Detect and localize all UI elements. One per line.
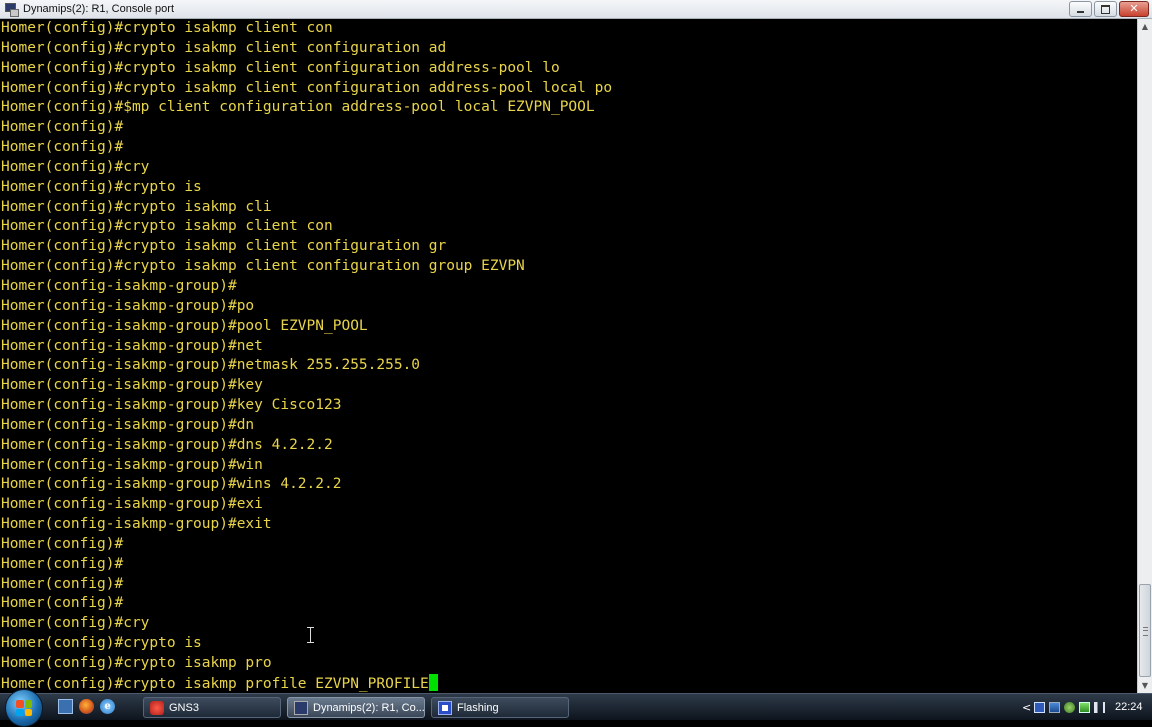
terminal-line: Homer(config-isakmp-group)# [1, 277, 237, 294]
terminal-line: Homer(config)#crypto is [1, 178, 202, 195]
monitor-icon[interactable] [1034, 701, 1045, 713]
terminal-console[interactable]: Homer(config)#crypto isakmp client con Ho… [0, 19, 1137, 693]
terminal-line: Homer(config)#crypto isakmp cli [1, 198, 272, 215]
maximize-button[interactable] [1094, 1, 1117, 17]
gns3-icon [150, 700, 164, 715]
window-title-bar[interactable]: Dynamips(2): R1, Console port ✕ [0, 0, 1152, 19]
terminal-input-text: Homer(config)#crypto isakmp profile EZVP… [1, 675, 429, 692]
taskbar-button-console[interactable]: Dynamips(2): R1, Co... [287, 697, 425, 718]
terminal-line: Homer(config-isakmp-group)#key Cisco123 [1, 397, 342, 414]
terminal-line: Homer(config-isakmp-group)#key [1, 377, 263, 394]
terminal-line: Homer(config)#crypto isakmp client confi… [1, 258, 525, 275]
terminal-line: Homer(config)#$mp client configuration a… [1, 99, 595, 116]
terminal-line: Homer(config)# [1, 555, 124, 572]
windows-logo-icon [16, 700, 32, 716]
terminal-line: Homer(config-isakmp-group)#net [1, 337, 263, 354]
terminal-line: Homer(config)#crypto is [1, 635, 202, 652]
start-button[interactable] [5, 689, 43, 727]
terminal-line: Homer(config-isakmp-group)#dns 4.2.2.2 [1, 436, 333, 453]
firefox-icon[interactable] [79, 699, 94, 714]
speaker-icon[interactable] [1094, 701, 1105, 713]
terminal-line: Homer(config)#crypto isakmp client con [1, 20, 333, 36]
system-tray: < 22:24 [1020, 694, 1152, 720]
terminal-line: Homer(config-isakmp-group)#po [1, 297, 255, 314]
window-title: Dynamips(2): R1, Console port [23, 3, 175, 15]
chevron-left-icon[interactable]: < [1022, 701, 1031, 714]
taskbar: e GNS3 Dynamips(2): R1, Co... Flashing <… [0, 689, 1152, 727]
putty-icon [4, 2, 19, 17]
terminal-line: Homer(config)#crypto isakmp client confi… [1, 79, 613, 96]
terminal-line: Homer(config)#cry [1, 615, 150, 632]
flashing-icon [438, 700, 452, 715]
vertical-scrollbar[interactable]: ▲ ▼ [1137, 19, 1152, 693]
terminal-line: Homer(config)# [1, 139, 124, 156]
show-desktop-icon[interactable] [58, 699, 73, 714]
scroll-up-arrow[interactable]: ▲ [1138, 19, 1152, 34]
terminal-line: Homer(config-isakmp-group)#netmask 255.2… [1, 357, 421, 374]
terminal-line: Homer(config-isakmp-group)#exit [1, 516, 272, 533]
scroll-down-arrow[interactable]: ▼ [1138, 678, 1152, 693]
terminal-line: Homer(config-isakmp-group)#dn [1, 416, 255, 433]
network-icon[interactable] [1049, 701, 1060, 713]
internet-explorer-icon[interactable]: e [100, 699, 115, 714]
taskbar-button-gns3[interactable]: GNS3 [143, 697, 281, 718]
terminal-line: Homer(config)# [1, 575, 124, 592]
terminal-line: Homer(config-isakmp-group)#pool EZVPN_PO… [1, 317, 368, 334]
terminal-line: Homer(config-isakmp-group)#exi [1, 496, 263, 513]
window-controls: ✕ [1069, 1, 1149, 17]
scroll-thumb[interactable] [1139, 584, 1151, 677]
terminal-line: Homer(config)# [1, 535, 124, 552]
terminal-line: Homer(config)#crypto isakmp client confi… [1, 39, 447, 56]
terminal-line: Homer(config)# [1, 119, 124, 136]
minimize-button[interactable] [1069, 1, 1092, 17]
terminal-line: Homer(config)#crypto isakmp client confi… [1, 59, 560, 76]
close-button[interactable]: ✕ [1119, 1, 1149, 17]
text-cursor-ibeam [307, 627, 314, 643]
terminal-line: Homer(config-isakmp-group)#win [1, 456, 263, 473]
terminal-line: Homer(config)#crypto isakmp client confi… [1, 238, 447, 255]
terminal-cursor [428, 673, 438, 691]
terminal-line: Homer(config)# [1, 595, 124, 612]
terminal-line: Homer(config-isakmp-group)#wins 4.2.2.2 [1, 476, 342, 493]
putty-icon [294, 700, 308, 715]
power-icon[interactable] [1079, 701, 1090, 713]
terminal-line: Homer(config)#cry [1, 158, 150, 175]
terminal-line: Homer(config)#crypto isakmp client con [1, 218, 333, 235]
tools-icon[interactable] [1064, 701, 1075, 713]
terminal-line: Homer(config)#crypto isakmp pro [1, 655, 272, 671]
clock[interactable]: 22:24 [1115, 701, 1143, 713]
taskbar-button-flashing[interactable]: Flashing [431, 697, 569, 718]
terminal-input-line[interactable]: Homer(config)#crypto isakmp profile EZVP… [0, 673, 1137, 693]
